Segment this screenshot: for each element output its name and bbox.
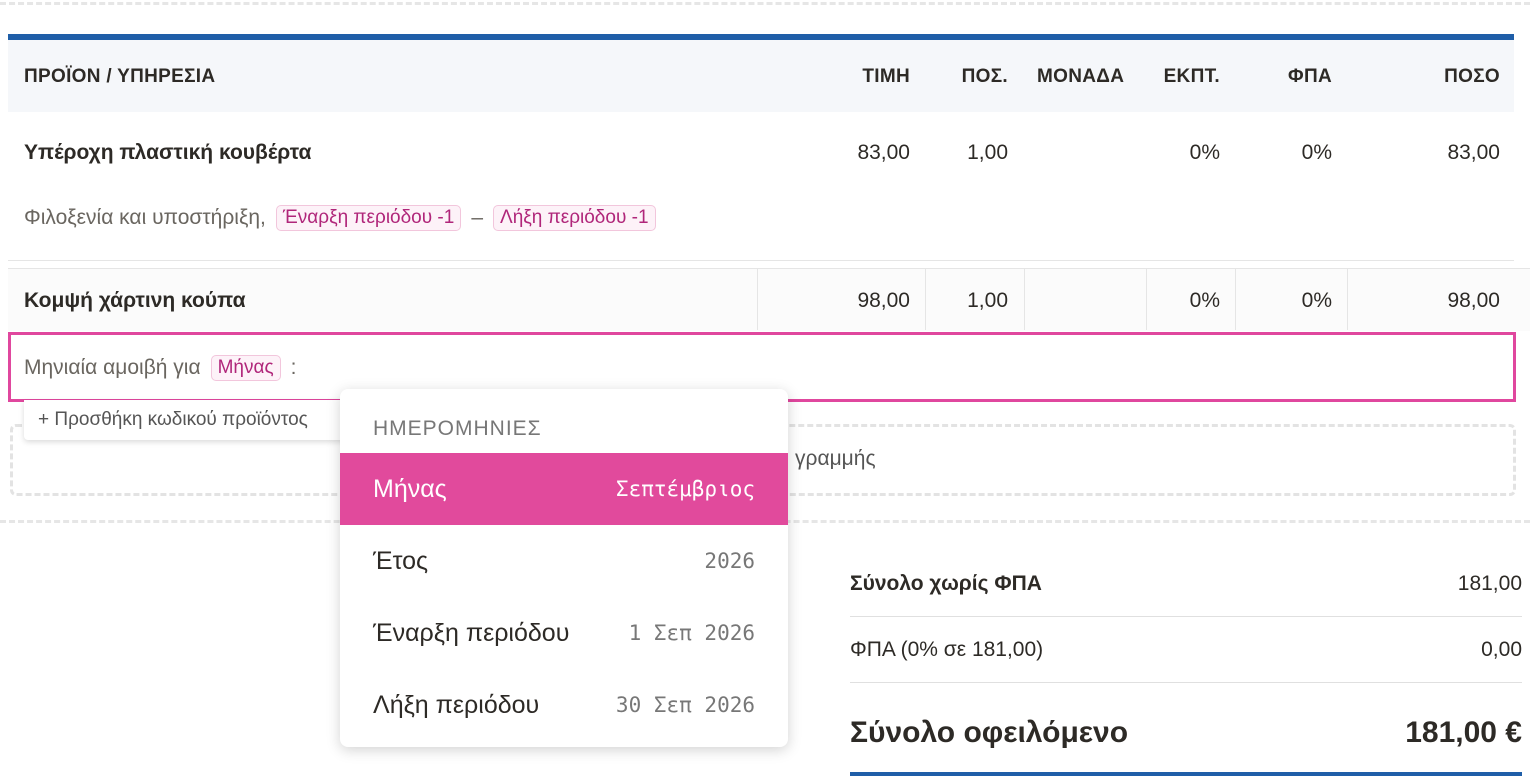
chip-period-start[interactable]: Έναρξη περιόδου -1 — [275, 205, 462, 231]
row2-cell-divider — [1235, 268, 1236, 330]
totals-separator — [850, 616, 1522, 617]
totals-bottom-border — [850, 772, 1522, 776]
vat-label: ΦΠΑ (0% σε 181,00) — [850, 638, 1044, 661]
header-price: ΤΙΜΗ — [862, 66, 910, 87]
row2-price[interactable]: 98,00 — [857, 289, 910, 313]
row2-cell-divider — [757, 268, 758, 330]
dropdown-item-value: 30 Σεπ 2026 — [615, 693, 755, 717]
header-unit: ΜΟΝΑΔΑ — [1037, 66, 1125, 87]
row2-cell-divider — [925, 268, 926, 330]
dropdown-item-value: 1 Σεπ 2026 — [628, 621, 755, 645]
add-product-code-label: + Προσθήκη κωδικού προϊόντος — [38, 409, 308, 430]
dropdown-item-label: Μήνας — [373, 474, 447, 503]
row1-description-dash: – — [471, 206, 484, 229]
dropdown-item-value: Σεπτέμβριος — [615, 477, 755, 501]
total-due-value: 181,00 € — [1405, 716, 1522, 749]
row1-vat[interactable]: 0% — [1302, 141, 1332, 165]
row2-cell-divider — [1024, 268, 1025, 330]
row2-product-name[interactable]: Κομψή χάρτινη κούπα — [24, 289, 246, 313]
row1-discount[interactable]: 0% — [1190, 141, 1220, 165]
dropdown-item-month[interactable]: Μήνας Σεπτέμβριος — [340, 453, 788, 525]
chip-period-end[interactable]: Λήξη περιόδου -1 — [493, 205, 656, 231]
row2-amount: 98,00 — [1447, 289, 1500, 312]
row1-description-text: Φιλοξενία και υποστήριξη, — [24, 206, 266, 229]
subtotal-value: 181,00 — [1457, 572, 1522, 595]
row1-description[interactable]: Φιλοξενία και υποστήριξη, Έναρξη περιόδο… — [24, 205, 656, 231]
totals-separator — [850, 682, 1522, 683]
add-product-code-button[interactable]: + Προσθήκη κωδικού προϊόντος — [24, 400, 354, 440]
dropdown-item-label: Έτος — [373, 546, 429, 575]
header-discount: ΕΚΠΤ. — [1163, 66, 1220, 87]
dropdown-item-value: 2026 — [704, 549, 755, 573]
dropdown-item-label: Λήξη περιόδου — [373, 690, 540, 719]
row2-cell-divider — [1146, 268, 1147, 330]
header-amount: ΠΟΣΟ — [1444, 66, 1500, 87]
row1-qty[interactable]: 1,00 — [967, 141, 1008, 165]
dropdown-item-period-end[interactable]: Λήξη περιόδου 30 Σεπ 2026 — [340, 669, 788, 741]
total-due-label: Σύνολο οφειλόμενο — [850, 716, 1129, 749]
row2-cell-divider — [1347, 268, 1348, 330]
header-vat: ΦΠΑ — [1288, 66, 1332, 87]
row1-product-name[interactable]: Υπέροχη πλαστική κουβέρτα — [24, 141, 311, 165]
dropdown-item-label: Έναρξη περιόδου — [373, 618, 570, 647]
add-line-label: γραμμής — [795, 447, 876, 470]
vat-value: 0,00 — [1481, 638, 1522, 661]
row2-description[interactable]: Μηνιαία αμοιβή για Μήνας : — [24, 355, 297, 381]
header-qty: ΠΟΣ. — [961, 66, 1008, 87]
row2-qty[interactable]: 1,00 — [967, 289, 1008, 313]
chip-month[interactable]: Μήνας — [210, 355, 281, 381]
dropdown-item-year[interactable]: Έτος 2026 — [340, 525, 788, 597]
row1-amount: 83,00 — [1447, 141, 1500, 164]
dates-dropdown: ΗΜΕΡΟΜΗΝΙΕΣ Μήνας Σεπτέμβριος Έτος 2026 … — [340, 389, 788, 747]
row-separator — [8, 260, 1514, 261]
dropdown-item-period-start[interactable]: Έναρξη περιόδου 1 Σεπ 2026 — [340, 597, 788, 669]
top-dashed-divider — [0, 2, 1530, 5]
dropdown-header: ΗΜΕΡΟΜΗΝΙΕΣ — [373, 417, 542, 440]
row2-vat[interactable]: 0% — [1302, 289, 1332, 313]
row2-description-suffix: : — [290, 356, 297, 379]
row2-discount[interactable]: 0% — [1190, 289, 1220, 313]
row2-description-text: Μηνιαία αμοιβή για — [24, 356, 201, 379]
subtotal-label: Σύνολο χωρίς ΦΠΑ — [850, 572, 1042, 595]
row1-price[interactable]: 83,00 — [857, 141, 910, 165]
header-product: ΠΡΟΪΟΝ / ΥΠΗΡΕΣΙΑ — [24, 66, 216, 87]
